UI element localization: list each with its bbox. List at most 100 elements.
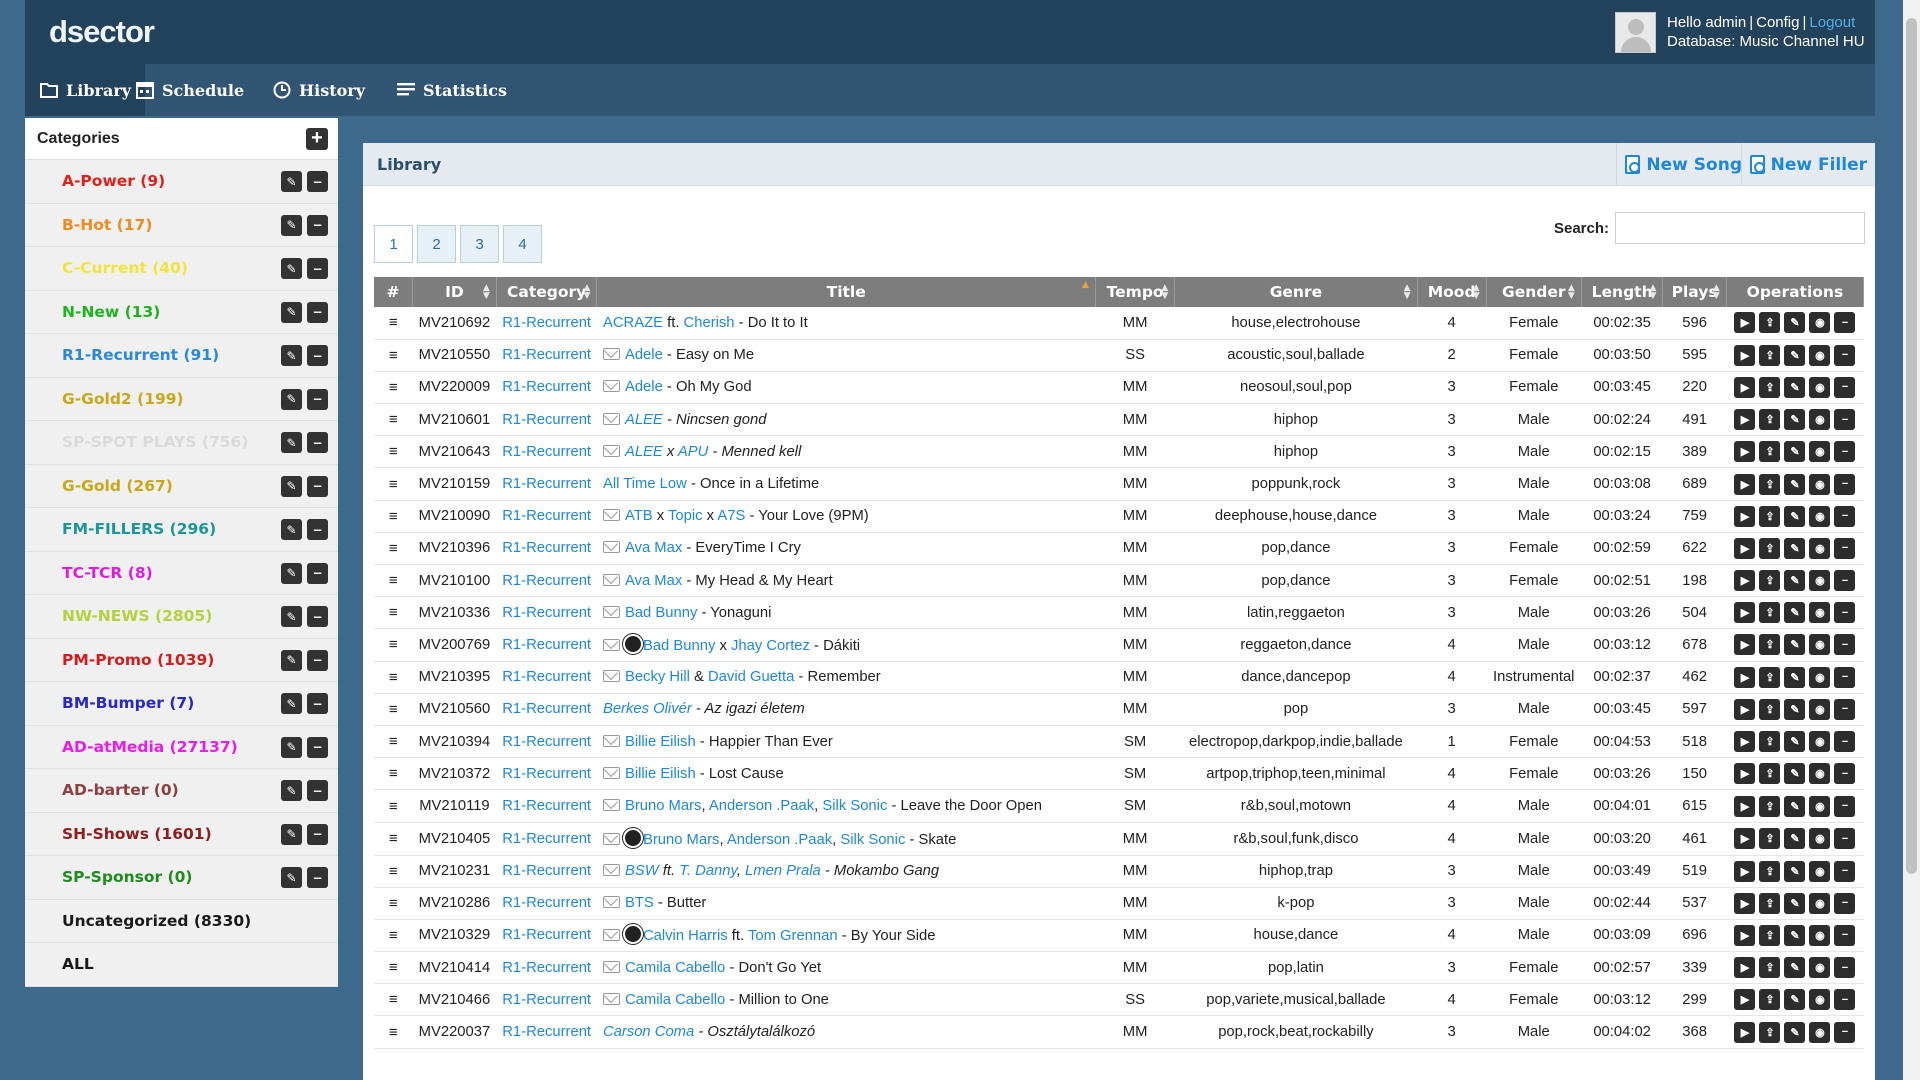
avatar[interactable] <box>1615 12 1656 53</box>
edit-icon[interactable]: ✎ <box>1784 666 1806 688</box>
column-header[interactable]: Mood ▲ ▼ <box>1417 277 1487 307</box>
drag-handle[interactable]: ≡ <box>374 339 413 372</box>
artist-link[interactable]: Bruno Mars <box>625 798 701 814</box>
song-category[interactable]: R1-Recurrent <box>496 371 597 405</box>
edit-icon[interactable]: ✎ <box>281 171 302 192</box>
song-category[interactable]: R1-Recurrent <box>496 339 597 372</box>
page-button[interactable]: 2 <box>417 225 456 263</box>
artist-link[interactable]: Silk Sonic <box>822 798 887 814</box>
remove-icon[interactable]: − <box>1834 892 1856 914</box>
export-icon[interactable]: ⇪ <box>1759 570 1781 592</box>
artist-link[interactable]: ALEE <box>625 444 663 460</box>
play-icon[interactable]: ▶ <box>1734 441 1756 463</box>
play-icon[interactable]: ▶ <box>1734 860 1756 882</box>
table-row[interactable]: ≡ MV210466 R1-Recurrent Camila Cabello - Mi… <box>374 983 1864 1017</box>
category-item[interactable]: G-Gold2 (199) ✎ − <box>25 378 338 421</box>
export-icon[interactable]: ⇪ <box>1759 828 1781 850</box>
edit-icon[interactable]: ✎ <box>281 388 302 410</box>
remove-icon[interactable]: − <box>307 736 328 758</box>
info-icon[interactable]: ◉ <box>1809 731 1831 753</box>
column-header[interactable]: Genre ▲ ▼ <box>1174 277 1418 307</box>
remove-icon[interactable]: − <box>1834 344 1856 366</box>
info-icon[interactable]: ◉ <box>1809 892 1831 914</box>
artist-link[interactable]: Adele <box>625 379 663 395</box>
artist-link[interactable]: Anderson .Paak <box>709 798 814 814</box>
category-item[interactable]: N-New (13) ✎ − <box>25 291 338 334</box>
column-header[interactable]: Tempo ▲ ▼ <box>1095 277 1176 307</box>
drag-handle[interactable]: ≡ <box>374 371 413 405</box>
artist-link[interactable]: David Guetta <box>708 669 794 685</box>
info-icon[interactable]: ◉ <box>1809 505 1831 527</box>
info-icon[interactable]: ◉ <box>1809 570 1831 592</box>
song-category[interactable]: R1-Recurrent <box>496 855 597 888</box>
column-header[interactable]: Category ▲ ▼ <box>496 277 598 307</box>
page-button[interactable]: 4 <box>503 225 542 263</box>
remove-icon[interactable]: − <box>1834 989 1856 1011</box>
artist-link[interactable]: BSW <box>625 863 659 879</box>
remove-icon[interactable]: − <box>307 301 328 323</box>
export-icon[interactable]: ⇪ <box>1759 376 1781 398</box>
artist-link[interactable]: Topic <box>668 508 703 524</box>
remove-icon[interactable]: − <box>307 258 328 279</box>
play-icon[interactable]: ▶ <box>1734 344 1756 366</box>
add-category-button[interactable]: + <box>306 128 328 150</box>
table-row[interactable]: ≡ MV210396 R1-Recurrent Ava Max - EveryTime… <box>374 532 1864 566</box>
info-icon[interactable]: ◉ <box>1809 763 1831 785</box>
remove-icon[interactable]: − <box>307 823 328 845</box>
artist-link[interactable]: Bad Bunny <box>643 638 715 654</box>
category-item[interactable]: ALL <box>25 943 338 987</box>
info-icon[interactable]: ◉ <box>1809 376 1831 398</box>
edit-icon[interactable]: ✎ <box>1784 376 1806 398</box>
play-icon[interactable]: ▶ <box>1734 312 1756 334</box>
edit-icon[interactable]: ✎ <box>1784 698 1806 720</box>
new-song-button[interactable]: New Song <box>1616 143 1750 186</box>
remove-icon[interactable]: − <box>1834 312 1856 334</box>
edit-icon[interactable]: ✎ <box>1784 409 1806 431</box>
export-icon[interactable]: ⇪ <box>1759 924 1781 946</box>
remove-icon[interactable]: − <box>1834 666 1856 688</box>
info-icon[interactable]: ◉ <box>1809 828 1831 850</box>
edit-icon[interactable]: ✎ <box>1784 344 1806 366</box>
export-icon[interactable]: ⇪ <box>1759 441 1781 463</box>
artist-link[interactable]: ALEE <box>625 412 663 428</box>
column-header[interactable]: Operations <box>1726 277 1865 307</box>
remove-icon[interactable]: − <box>307 214 328 236</box>
category-item[interactable]: C-Current (40) ✎ − <box>25 247 338 291</box>
drag-handle[interactable]: ≡ <box>374 725 413 759</box>
remove-icon[interactable]: − <box>1834 795 1856 817</box>
edit-icon[interactable]: ✎ <box>1784 634 1806 656</box>
play-icon[interactable]: ▶ <box>1734 376 1756 398</box>
category-item[interactable]: G-Gold (267) ✎ − <box>25 465 338 508</box>
drag-handle[interactable]: ≡ <box>374 887 413 920</box>
export-icon[interactable]: ⇪ <box>1759 892 1781 914</box>
play-icon[interactable]: ▶ <box>1734 1021 1756 1043</box>
export-icon[interactable]: ⇪ <box>1759 602 1781 624</box>
table-row[interactable]: ≡ MV210336 R1-Recurrent Bad Bunny - Yonagun… <box>374 596 1864 630</box>
table-row[interactable]: ≡ MV210100 R1-Recurrent Ava Max - My Head &… <box>374 564 1864 598</box>
song-category[interactable]: R1-Recurrent <box>496 307 597 340</box>
drag-handle[interactable]: ≡ <box>374 564 413 598</box>
artist-link[interactable]: Camila Cabello <box>625 992 725 1008</box>
info-icon[interactable]: ◉ <box>1809 924 1831 946</box>
table-row[interactable]: ≡ MV210643 R1-Recurrent ALEE x APU - Menned… <box>374 435 1864 469</box>
edit-icon[interactable]: ✎ <box>1784 473 1806 495</box>
remove-icon[interactable]: − <box>307 562 328 584</box>
category-item[interactable]: Uncategorized (8330) <box>25 900 338 943</box>
remove-icon[interactable]: − <box>1834 505 1856 527</box>
edit-icon[interactable]: ✎ <box>1784 795 1806 817</box>
info-icon[interactable]: ◉ <box>1809 441 1831 463</box>
drag-handle[interactable]: ≡ <box>374 467 413 501</box>
song-category[interactable]: R1-Recurrent <box>496 564 597 598</box>
export-icon[interactable]: ⇪ <box>1759 344 1781 366</box>
category-item[interactable]: FM-FILLERS (296) ✎ − <box>25 508 338 552</box>
drag-handle[interactable]: ≡ <box>374 307 413 340</box>
edit-icon[interactable]: ✎ <box>281 432 302 453</box>
artist-link[interactable]: Berkes Olivér <box>603 701 692 717</box>
remove-icon[interactable]: − <box>1834 634 1856 656</box>
remove-icon[interactable]: − <box>1834 731 1856 753</box>
remove-icon[interactable]: − <box>307 345 328 366</box>
remove-icon[interactable]: − <box>1834 441 1856 463</box>
info-icon[interactable]: ◉ <box>1809 698 1831 720</box>
table-row[interactable]: ≡ MV220009 R1-Recurrent Adele - Oh My God MM… <box>374 371 1864 405</box>
category-item[interactable]: A-Power (9) ✎ − <box>25 160 338 204</box>
